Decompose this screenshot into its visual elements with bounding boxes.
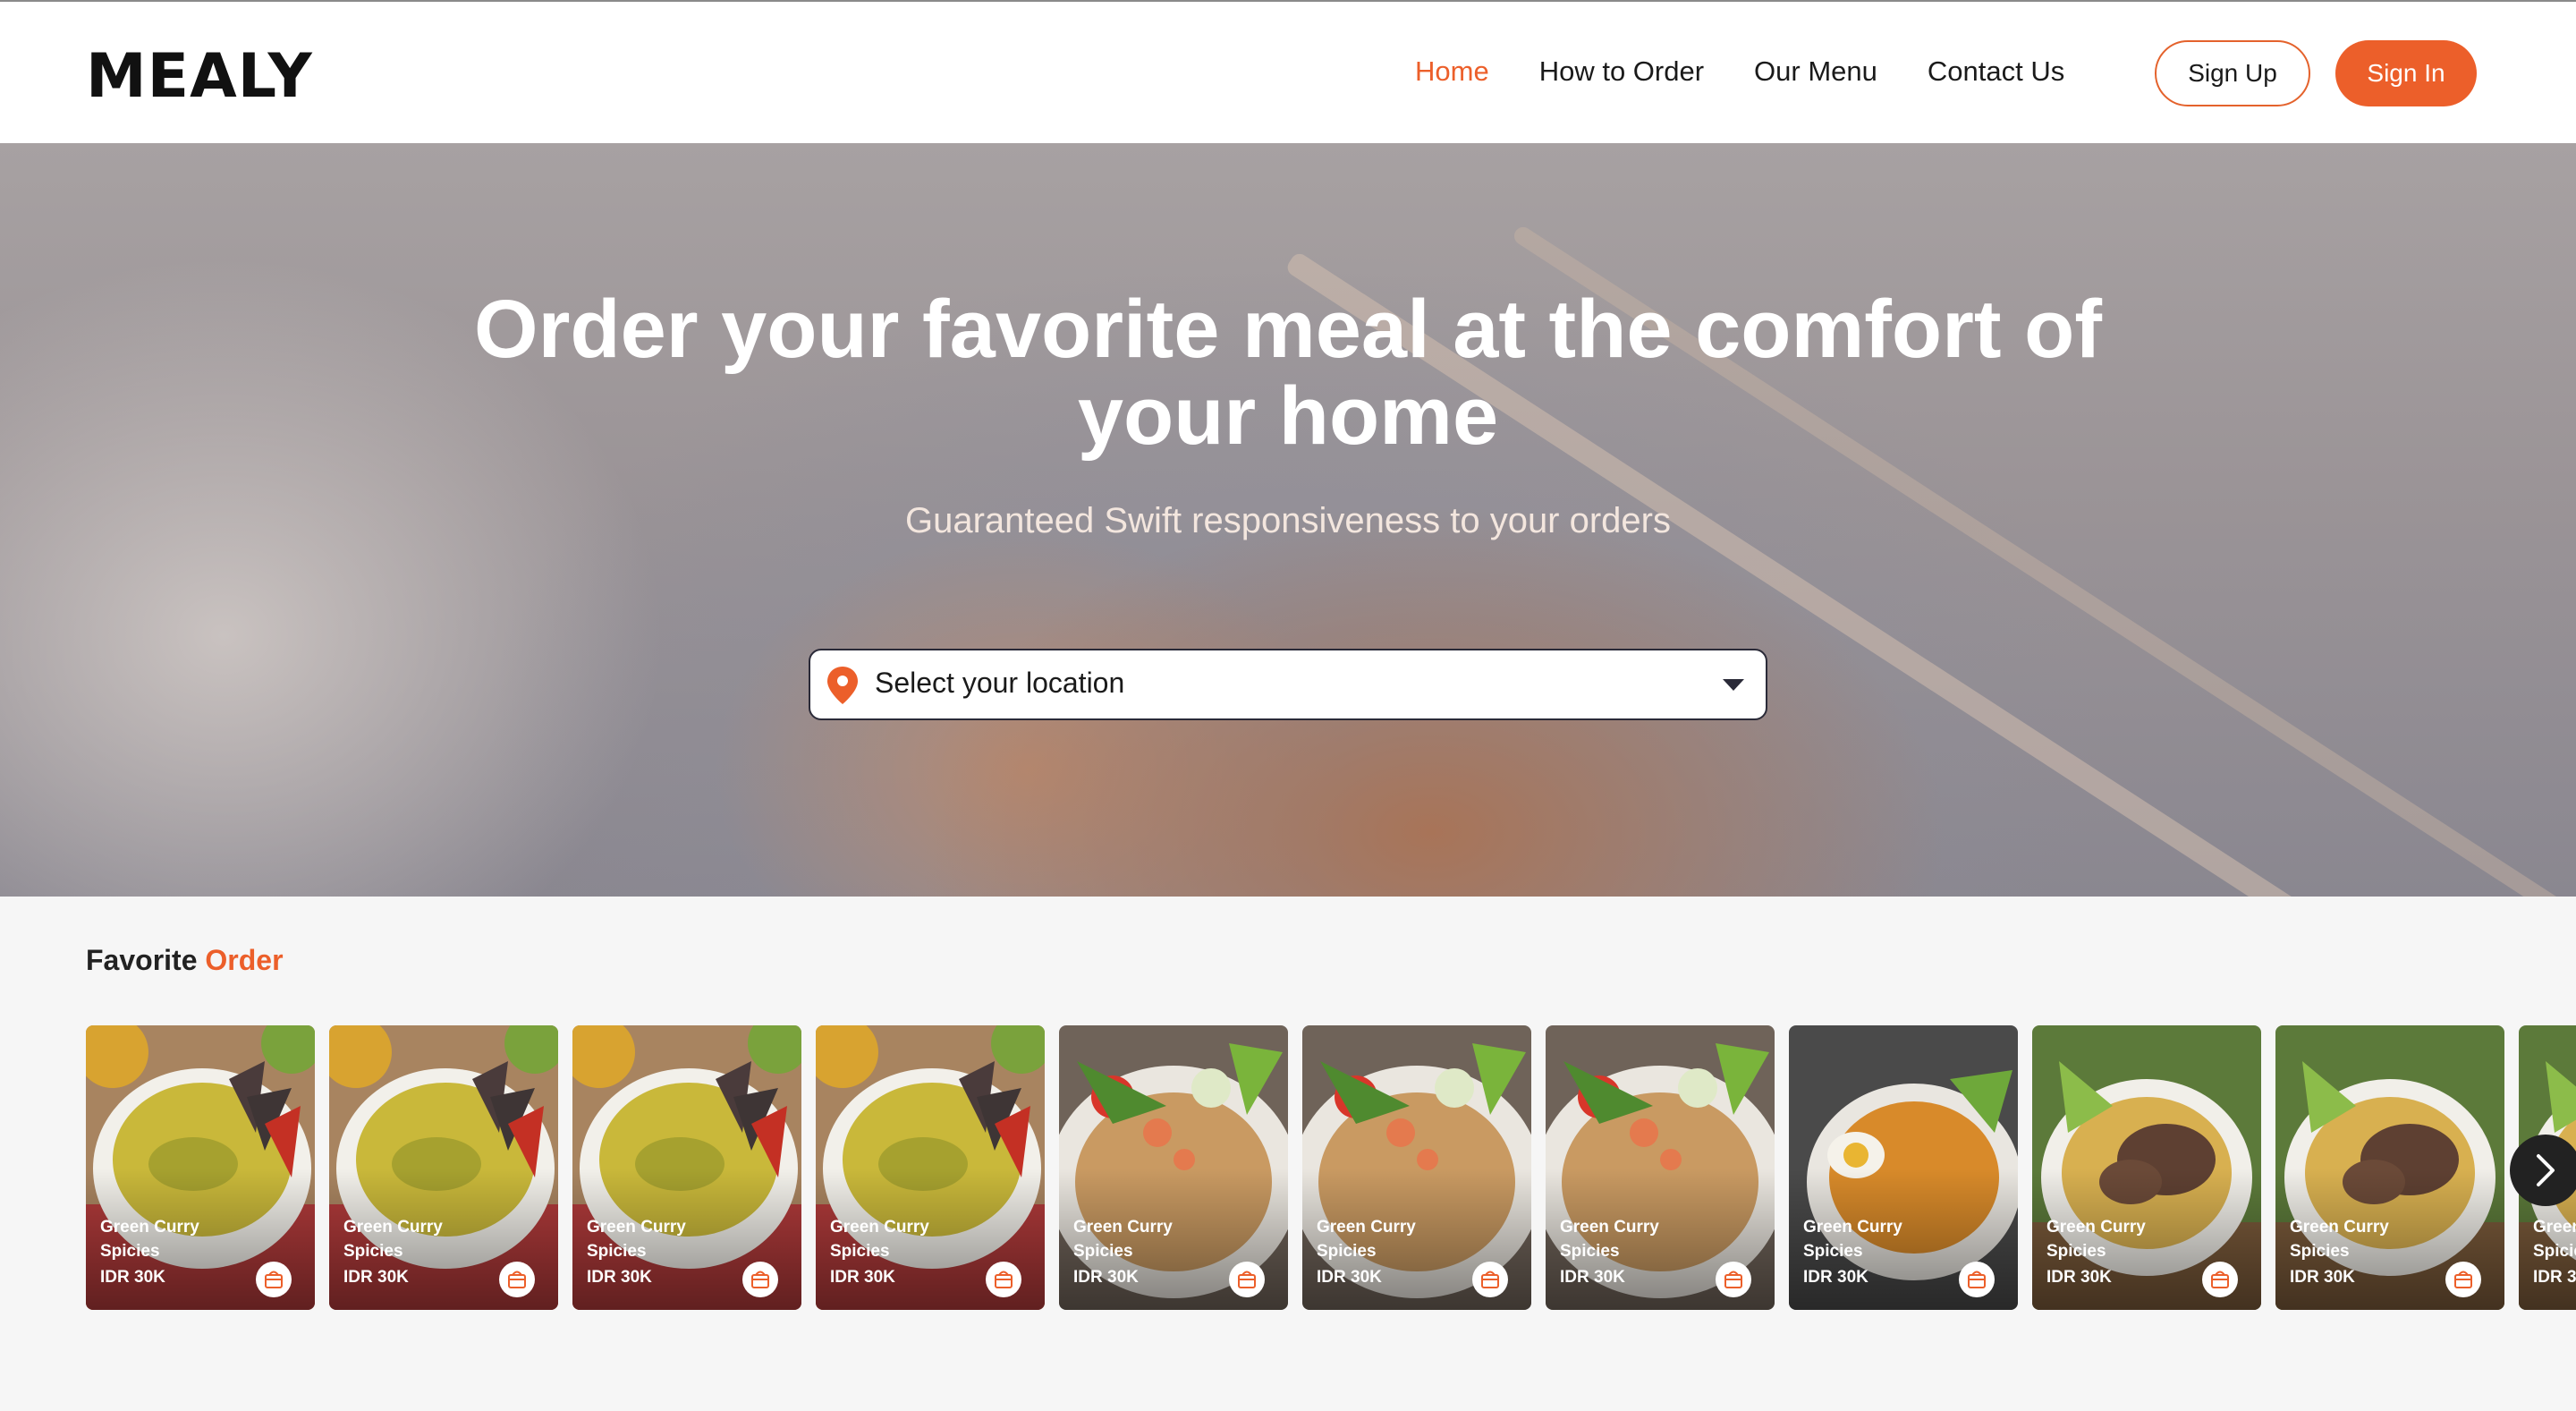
nav-contact-us[interactable]: Contact Us — [1928, 52, 2064, 91]
basket-icon — [2454, 1271, 2472, 1288]
favorite-order-card[interactable]: Green Curry Spicies IDR 30K — [1059, 1025, 1288, 1310]
hero-subtitle: Guaranteed Swift responsiveness to your … — [905, 501, 1671, 540]
favorite-order-heading-prefix: Favorite — [86, 944, 198, 976]
favorite-order-card[interactable]: Green Curry Spicies IDR 30K — [329, 1025, 558, 1310]
add-to-cart-button[interactable] — [2202, 1262, 2238, 1297]
basket-icon — [995, 1271, 1013, 1288]
favorite-order-heading-accent: Order — [205, 944, 284, 976]
card-food-name: Green Curry Spicies — [2290, 1218, 2389, 1261]
basket-icon — [1481, 1271, 1499, 1288]
hero-banner: Order your favorite meal at the comfort … — [0, 143, 2576, 897]
card-food-name: Green Curry Spicies — [830, 1218, 929, 1261]
favorite-order-card[interactable]: Green Curry Spicies IDR 30K — [86, 1025, 315, 1310]
add-to-cart-button[interactable] — [1229, 1262, 1265, 1297]
favorite-order-card[interactable]: Green Curry Spicies IDR 30K — [1302, 1025, 1531, 1310]
basket-icon — [2211, 1271, 2229, 1288]
nav-home[interactable]: Home — [1415, 52, 1489, 91]
nav-how-to-order[interactable]: How to Order — [1539, 52, 1704, 91]
add-to-cart-button[interactable] — [986, 1262, 1021, 1297]
basket-icon — [265, 1271, 283, 1288]
favorite-order-card[interactable]: Green Curry Spicies IDR 30K — [816, 1025, 1045, 1310]
add-to-cart-button[interactable] — [742, 1262, 778, 1297]
location-select[interactable]: Select your location — [809, 649, 1767, 720]
basket-icon — [751, 1271, 769, 1288]
card-food-name: Green Curry Spicies — [1317, 1218, 1416, 1261]
sign-up-button[interactable]: Sign Up — [2155, 40, 2310, 106]
add-to-cart-button[interactable] — [499, 1262, 535, 1297]
card-food-name: Green Curry Spicies — [1803, 1218, 1902, 1261]
card-food-name: Green Curry Spicies — [2046, 1218, 2146, 1261]
location-select-value: Select your location — [875, 667, 1125, 699]
card-food-name: Green Curry Spicies — [100, 1218, 199, 1261]
favorite-order-heading: Favorite Order — [86, 944, 284, 977]
add-to-cart-button[interactable] — [1959, 1262, 1995, 1297]
basket-icon — [1238, 1271, 1256, 1288]
card-price: IDR 30K — [1560, 1268, 1625, 1287]
favorite-order-card[interactable]: Green Curry Spicies IDR 30K — [572, 1025, 801, 1310]
favorite-order-card[interactable]: Green Curry Spicies IDR 30K — [1546, 1025, 1775, 1310]
card-price: IDR 30K — [587, 1268, 652, 1287]
site-header: MEALY Home How to Order Our Menu Contact… — [0, 2, 2576, 143]
card-food-name: Green Curry Spicies — [587, 1218, 686, 1261]
basket-icon — [1968, 1271, 1986, 1288]
add-to-cart-button[interactable] — [1472, 1262, 1508, 1297]
card-price: IDR 30K — [343, 1268, 409, 1287]
card-price: IDR 30K — [100, 1268, 165, 1287]
card-price: IDR 30K — [2533, 1268, 2576, 1287]
card-food-name: Green Curry Spicies — [2533, 1218, 2576, 1261]
caret-down-icon — [1723, 679, 1744, 691]
favorite-order-card[interactable]: Green Curry Spicies IDR 30K — [2275, 1025, 2504, 1310]
favorite-order-carousel: Green Curry Spicies IDR 30K Green Curry Sp… — [86, 1025, 2576, 1312]
main-nav: Home How to Order Our Menu Contact Us — [1415, 52, 2064, 91]
basket-icon — [508, 1271, 526, 1288]
add-to-cart-button[interactable] — [256, 1262, 292, 1297]
sign-in-button[interactable]: Sign In — [2335, 40, 2477, 106]
card-price: IDR 30K — [1317, 1268, 1382, 1287]
add-to-cart-button[interactable] — [2445, 1262, 2481, 1297]
add-to-cart-button[interactable] — [1716, 1262, 1751, 1297]
card-price: IDR 30K — [1073, 1268, 1139, 1287]
card-price: IDR 30K — [2046, 1268, 2112, 1287]
card-food-name: Green Curry Spicies — [343, 1218, 443, 1261]
basket-icon — [1724, 1271, 1742, 1288]
location-pin-icon — [827, 667, 858, 704]
carousel-next-button[interactable] — [2510, 1135, 2576, 1206]
card-food-name: Green Curry Spicies — [1560, 1218, 1659, 1261]
favorite-order-card[interactable]: Green Curry Spicies IDR 30K — [2032, 1025, 2261, 1310]
favorite-order-card[interactable]: Green Curry Spicies IDR 30K — [1789, 1025, 2018, 1310]
card-food-name: Green Curry Spicies — [1073, 1218, 1173, 1261]
card-price: IDR 30K — [830, 1268, 895, 1287]
logo[interactable]: MEALY — [86, 41, 313, 112]
nav-our-menu[interactable]: Our Menu — [1754, 52, 1877, 91]
card-price: IDR 30K — [2290, 1268, 2355, 1287]
chevron-right-icon — [2537, 1154, 2555, 1186]
hero-title: Order your favorite meal at the comfort … — [474, 284, 2102, 462]
card-price: IDR 30K — [1803, 1268, 1868, 1287]
